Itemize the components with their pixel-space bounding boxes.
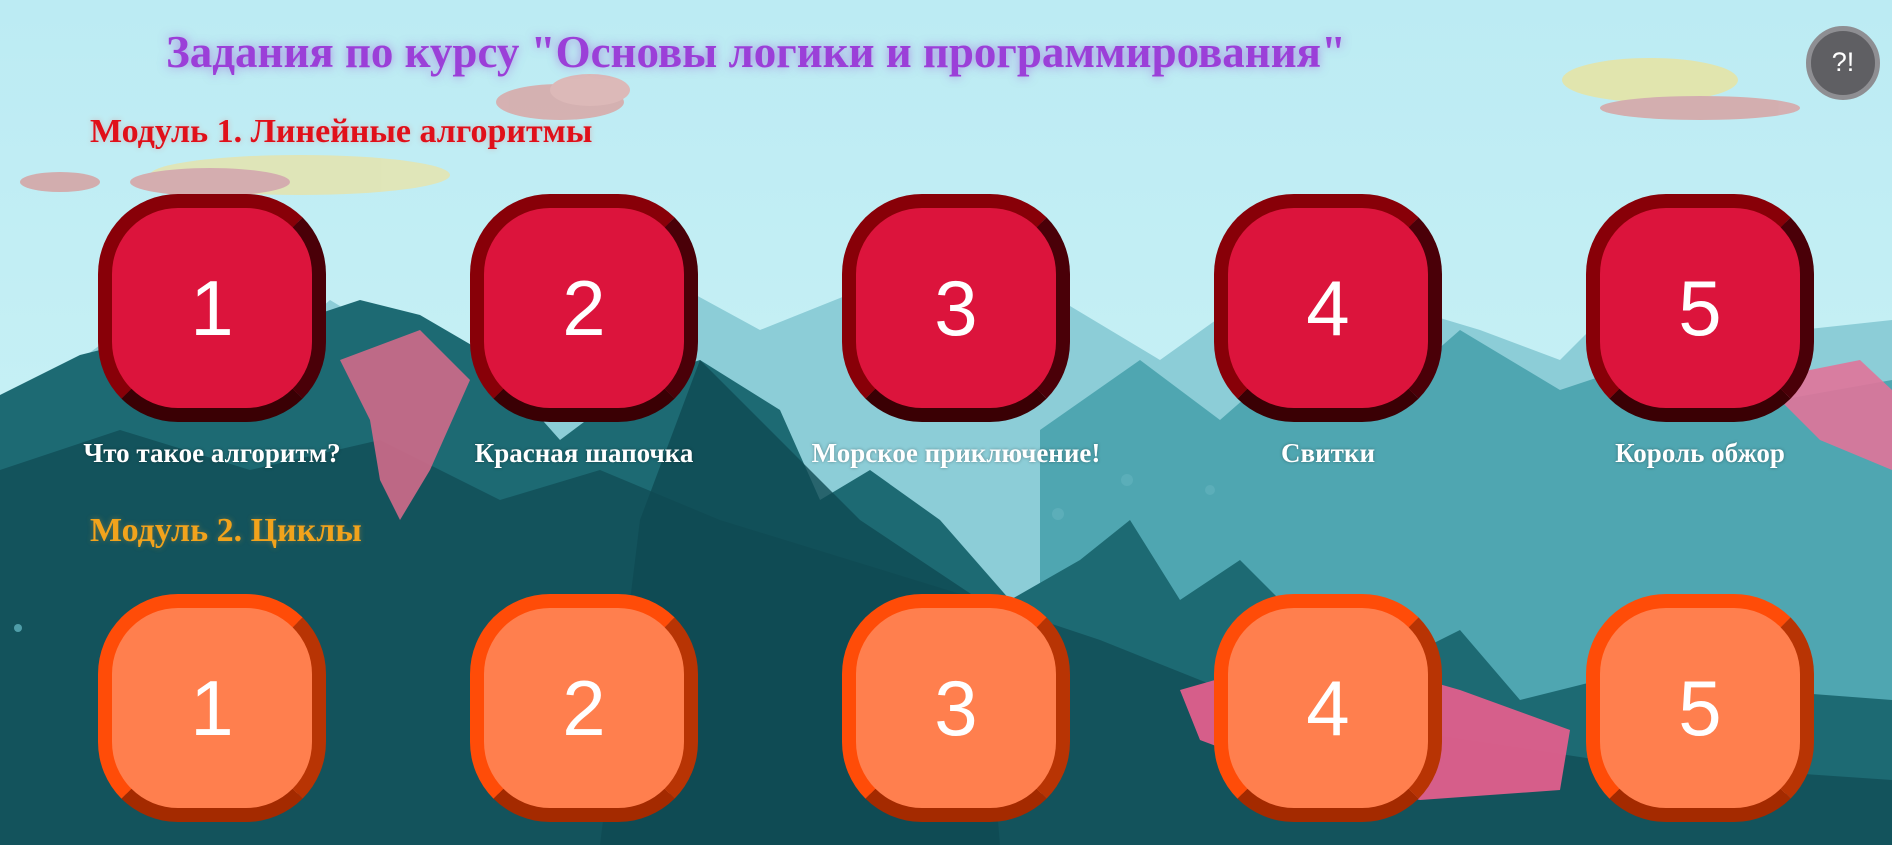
task-tile[interactable]: 1 bbox=[98, 594, 326, 822]
task-number: 1 bbox=[190, 264, 234, 352]
module-1-title: Модуль 1. Линейные алгоритмы bbox=[90, 113, 593, 150]
module-1-task-row: 1 Что такое алгоритм? 2 Красная шапочка … bbox=[0, 194, 1892, 468]
task-tile[interactable]: 1 bbox=[98, 194, 326, 422]
task-number: 4 bbox=[1306, 264, 1350, 352]
task-number: 3 bbox=[934, 264, 978, 352]
module-2-title: Модуль 2. Циклы bbox=[90, 512, 362, 549]
task-number: 2 bbox=[562, 264, 606, 352]
task-tile[interactable]: 3 bbox=[842, 194, 1070, 422]
task-tile[interactable]: 4 bbox=[1214, 594, 1442, 822]
task-label: Что такое алгоритм? bbox=[83, 438, 341, 468]
help-button[interactable]: ?! bbox=[1806, 26, 1880, 100]
task-tile[interactable]: 2 bbox=[470, 594, 698, 822]
task-tile[interactable]: 5 bbox=[1586, 594, 1814, 822]
task-label: Король обжор bbox=[1615, 438, 1785, 468]
task-number: 5 bbox=[1678, 664, 1722, 752]
task-tile[interactable]: 2 bbox=[470, 194, 698, 422]
task-number: 1 bbox=[190, 664, 234, 752]
task-label: Свитки bbox=[1280, 438, 1375, 468]
task-tile[interactable]: 4 bbox=[1214, 194, 1442, 422]
task-tile[interactable]: 3 bbox=[842, 594, 1070, 822]
task-number: 3 bbox=[934, 664, 978, 752]
task-number: 2 bbox=[562, 664, 606, 752]
module-2-task-row: 1 2 3 4 5 bbox=[0, 594, 1892, 824]
task-label: Морское приключение! bbox=[811, 438, 1101, 468]
task-tile[interactable]: 5 bbox=[1586, 194, 1814, 422]
task-number: 5 bbox=[1678, 264, 1722, 352]
page-title: Задания по курсу "Основы логики и програ… bbox=[166, 27, 1346, 77]
task-number: 4 bbox=[1306, 664, 1350, 752]
task-label: Красная шапочка bbox=[474, 438, 694, 468]
